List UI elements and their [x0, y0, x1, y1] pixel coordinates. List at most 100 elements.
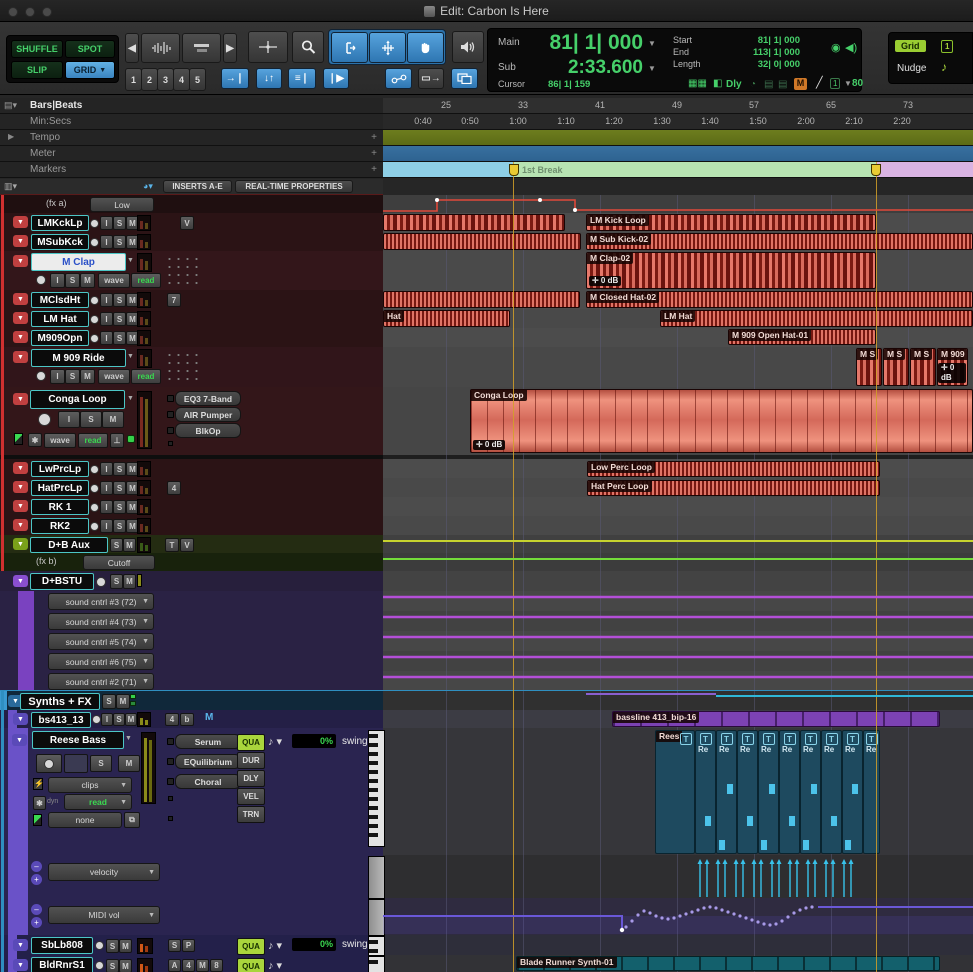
read-automation-button[interactable]: read [131, 273, 161, 288]
midi-zoom-button[interactable] [182, 33, 221, 63]
track-rec-led[interactable] [95, 941, 104, 950]
name-caret[interactable]: ▼ [125, 735, 132, 742]
mini-piano-keys[interactable] [368, 936, 385, 956]
track-mute-button[interactable]: M [119, 939, 132, 953]
lane-sc2[interactable] [383, 671, 973, 692]
clip-unnamed-20[interactable]: TRe [716, 730, 737, 854]
aux-extra-V[interactable]: V [180, 538, 194, 552]
aux-extra-T[interactable]: T [165, 538, 179, 552]
insert-slot-air-pumper[interactable]: AIR Pumper [175, 407, 241, 422]
ruler-label-barsbeats[interactable]: ▤▾Bars|Beats [0, 98, 383, 114]
clip-unnamed-25[interactable]: TRe [821, 730, 842, 854]
track-solo-button[interactable]: S [65, 369, 80, 384]
wave-view-button[interactable]: wave [98, 369, 130, 384]
track-name-msubkck[interactable]: MSubKck [31, 234, 89, 250]
fx-param-button[interactable]: Cutoff [83, 555, 155, 570]
clip-m-closed-hat-02[interactable]: M Closed Hat-02 [586, 291, 973, 308]
clip-trigger-icon[interactable]: T [805, 733, 817, 745]
track-collapse-arrow[interactable]: ▼ [13, 216, 28, 228]
insert-slot-choral[interactable]: Choral [175, 774, 241, 789]
sub-counter-value[interactable]: 2:33.600 [543, 57, 643, 79]
track-collapse-arrow[interactable]: ▼ [13, 939, 28, 951]
track-extra-V[interactable]: V [180, 216, 194, 230]
note-value-icon[interactable]: ♪ ▾ [268, 959, 282, 972]
clip-hat[interactable]: Hat [383, 310, 510, 327]
track-collapse-arrow[interactable]: ▼ [13, 462, 28, 474]
insert-led-4[interactable] [168, 796, 173, 801]
clip-m-909-f[interactable]: M 909 F✛ 0 dB [937, 348, 968, 386]
track-rec-led[interactable] [90, 522, 99, 531]
read-automation-button[interactable]: read [131, 369, 161, 384]
clip-bassline-413-bip-16[interactable]: bassline 413_bip-16 [612, 711, 940, 727]
track-input-button[interactable]: I [100, 331, 113, 345]
edit-insertion-icon[interactable]: ◧ [713, 78, 722, 89]
clip-unnamed-24[interactable]: TRe [800, 730, 821, 854]
link-track-edit-selection-button[interactable]: ≡❘ [288, 68, 316, 89]
patch-selector[interactable]: none [48, 812, 122, 828]
trim-tool-button[interactable] [331, 32, 368, 63]
clip-m-909-open-hat-01[interactable]: M 909 Open Hat-01 [728, 329, 876, 345]
grid-note-value-icon[interactable]: 1 [941, 40, 953, 53]
zoom-preset-3[interactable]: 3 [157, 68, 174, 91]
zoom-preset-4[interactable]: 4 [173, 68, 190, 91]
track-input-button[interactable]: I [100, 293, 113, 307]
lane-sc4[interactable] [383, 611, 973, 632]
midivol-lane-scale[interactable] [368, 899, 385, 936]
hand-tool-button[interactable] [407, 32, 444, 63]
track-extra-4[interactable]: 4 [167, 481, 181, 495]
track-rec-led[interactable] [95, 961, 104, 970]
track-extra-7[interactable]: 7 [167, 293, 181, 307]
lane-velocity[interactable] [383, 855, 973, 899]
clip-trigger-icon[interactable]: T [826, 733, 838, 745]
midi-controller-selector[interactable]: sound cntrl #3 (72)▼ [48, 593, 154, 610]
tab-to-transient-button[interactable]: →❘ [221, 68, 249, 89]
track-solo-button[interactable]: S [113, 235, 126, 249]
zoom-in-arrow-button[interactable]: ▶ [223, 33, 237, 63]
lane-synths[interactable] [383, 691, 973, 711]
grabber-tool-button[interactable] [369, 32, 406, 63]
track-rec-led[interactable] [36, 275, 46, 285]
pencil-mode-icon[interactable]: ╱ [816, 76, 823, 89]
track-input-button[interactable]: I [58, 411, 80, 428]
midi-controller-selector[interactable]: sound cntrl #5 (74)▼ [48, 633, 154, 650]
main-counter-value[interactable]: 81| 1| 000 [548, 31, 643, 55]
track-input-button[interactable]: I [101, 713, 113, 726]
bottom-extra-4[interactable]: 4 [182, 959, 195, 972]
rtp-qua-button[interactable]: QUA [237, 734, 265, 751]
tempo-expand-icon[interactable]: ▶ [8, 132, 14, 141]
timeline-insertion-icon[interactable]: ▦▦ [688, 78, 707, 89]
rtp-vel-button[interactable]: VEL [237, 788, 265, 805]
rtp-trn-button[interactable]: TRN [237, 806, 265, 823]
lane-sc5[interactable] [383, 631, 973, 652]
playlist-selector[interactable]: clips▼ [48, 777, 132, 793]
clip-rees[interactable]: ReesT [655, 730, 695, 854]
track-rec-led[interactable] [36, 371, 46, 381]
clip-hat-perc-loop[interactable]: Hat Perc Loop [587, 480, 880, 496]
snowflake-button[interactable]: ✱ [28, 433, 42, 447]
bottom-extra-8[interactable]: 8 [210, 959, 223, 972]
track-collapse-arrow[interactable]: ▼ [13, 959, 28, 971]
read-automation-button[interactable]: read [78, 433, 108, 448]
bottom-extra-S[interactable]: S [168, 939, 181, 952]
name-caret[interactable]: ▼ [127, 353, 134, 360]
insertion-follows-playback-button[interactable]: ❘▶ [323, 68, 349, 89]
track-rec-button[interactable] [36, 754, 62, 773]
track-name-lmkcklp[interactable]: LMKckLp [31, 215, 89, 231]
track-solo-button[interactable]: S [80, 411, 102, 428]
track-solo-button[interactable]: S [113, 312, 126, 326]
clip-trigger-icon[interactable]: T [784, 733, 796, 745]
lane-type-selector[interactable]: MIDI vol▼ [48, 906, 160, 924]
rtp-dur-button[interactable]: DUR [237, 752, 265, 769]
clip-m-s[interactable]: M S [856, 348, 882, 386]
track-mute-button[interactable]: M [125, 713, 137, 726]
clip-unnamed-27[interactable]: TRe [863, 730, 880, 854]
clip-unnamed-0[interactable] [383, 214, 565, 231]
track-solo-button[interactable]: S [113, 216, 126, 230]
grid-value-small[interactable]: 1 [830, 78, 840, 89]
clip-m-s[interactable]: M S [910, 348, 936, 386]
meter-lane[interactable] [383, 146, 973, 162]
track-rec-led[interactable] [90, 219, 99, 228]
velocity-lane-scale[interactable] [368, 856, 385, 899]
ruler-label-meter[interactable]: Meter+ [0, 146, 383, 162]
hdr-extra-4[interactable]: 4 [165, 713, 179, 726]
